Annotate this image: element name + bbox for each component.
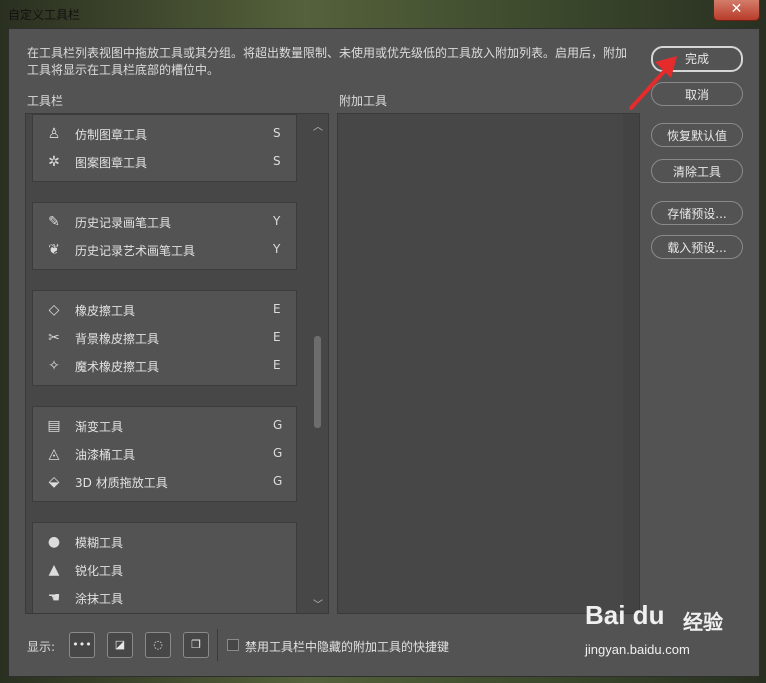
tool-group-eraser[interactable]: ◇ 橡皮擦工具 E ✂ 背景橡皮擦工具 E ✧ 魔术橡皮擦工具 E	[32, 290, 297, 386]
title-bar: 自定义工具栏 ✕	[0, 0, 766, 28]
watermark-url: jingyan.baidu.com	[585, 642, 690, 657]
tool-name: 历史记录画笔工具	[75, 216, 172, 230]
tool-shortcut: Y	[273, 242, 281, 256]
watermark-cn: 经验	[683, 610, 723, 634]
dialog-window: 自定义工具栏 ✕ 在工具栏列表视图中拖放工具或其分组。将超出数量限制、未使用或优…	[0, 0, 766, 683]
close-button[interactable]: ✕	[713, 0, 760, 21]
customize-toolbar-dialog: 在工具栏列表视图中拖放工具或其分组。将超出数量限制、未使用或优先级低的工具放入附…	[8, 28, 760, 677]
tool-item[interactable]: ◬ 油漆桶工具 G	[33, 441, 298, 467]
tool-shortcut: G	[273, 474, 283, 488]
tool-name: 历史记录艺术画笔工具	[75, 244, 196, 258]
eraser-icon: ◇	[48, 302, 60, 318]
clear-tools-button[interactable]: 清除工具	[651, 159, 743, 183]
sharpen-icon: ▲	[48, 562, 60, 578]
tool-item[interactable]: ◇ 橡皮擦工具 E	[33, 297, 298, 323]
smudge-icon: ☚	[47, 590, 61, 606]
tool-shortcut: E	[273, 302, 281, 316]
toolbar-list[interactable]: ♙ 仿制图章工具 S ✲ 图案图章工具 S ✎ 历史记录画笔工具 Y ❦ 历史记…	[25, 113, 329, 614]
disable-shortcuts-label[interactable]: 禁用工具栏中隐藏的附加工具的快捷键	[245, 638, 449, 655]
tool-item[interactable]: ▤ 渐变工具 G	[33, 413, 298, 439]
tool-item[interactable]: ☚ 涂抹工具	[33, 585, 298, 611]
tool-item[interactable]: ✂ 背景橡皮擦工具 E	[33, 325, 298, 351]
window-title: 自定义工具栏	[8, 8, 81, 22]
history-brush-icon: ✎	[48, 214, 60, 230]
scroll-down-arrow-icon[interactable]: ﹀	[313, 596, 323, 611]
extra-tools-scrollbar[interactable]	[623, 114, 639, 613]
scroll-up-arrow-icon[interactable]: ︿	[313, 118, 323, 133]
disable-shortcuts-checkbox[interactable]	[227, 639, 239, 651]
show-quick-mask-icon[interactable]: ◌	[145, 632, 171, 658]
tool-name: 涂抹工具	[75, 592, 124, 606]
tool-item[interactable]: ❦ 历史记录艺术画笔工具 Y	[33, 237, 298, 263]
tool-shortcut: G	[273, 418, 283, 432]
load-preset-button[interactable]: 载入预设...	[651, 235, 743, 259]
tool-item[interactable]: ✎ 历史记录画笔工具 Y	[33, 209, 298, 235]
tool-name: 锐化工具	[75, 564, 124, 578]
tool-item[interactable]: ♙ 仿制图章工具 S	[33, 121, 298, 147]
tool-item[interactable]: ✲ 图案图章工具 S	[33, 149, 298, 175]
tool-group-gradient[interactable]: ▤ 渐变工具 G ◬ 油漆桶工具 G ⬙ 3D 材质拖放工具 G	[32, 406, 297, 502]
tool-name: 橡皮擦工具	[75, 304, 136, 318]
divider	[217, 629, 218, 661]
tool-shortcut: G	[273, 446, 283, 460]
tool-shortcut: E	[273, 330, 281, 344]
background-eraser-icon: ✂	[48, 330, 60, 346]
tool-name: 魔术橡皮擦工具	[75, 360, 160, 374]
annotation-arrow-icon	[629, 56, 677, 110]
art-history-brush-icon: ❦	[48, 242, 60, 258]
tool-group-history-brush[interactable]: ✎ 历史记录画笔工具 Y ❦ 历史记录艺术画笔工具 Y	[32, 202, 297, 270]
tool-name: 油漆桶工具	[75, 448, 136, 462]
tool-name: 仿制图章工具	[75, 128, 148, 142]
extra-tools-label: 附加工具	[339, 94, 388, 108]
toolbar-list-scrollbar[interactable]: ︿ ﹀	[309, 114, 325, 613]
paint-bucket-icon: ◬	[48, 446, 60, 462]
restore-defaults-button[interactable]: 恢复默认值	[651, 123, 743, 147]
scroll-thumb[interactable]	[314, 336, 321, 428]
gradient-icon: ▤	[47, 418, 61, 434]
clone-stamp-icon: ♙	[47, 126, 61, 142]
tool-shortcut: S	[273, 154, 281, 168]
baidu-watermark: Bai du 经验 jingyan.baidu.com	[585, 600, 755, 662]
tool-group-blur[interactable]: ● 模糊工具 ▲ 锐化工具 ☚ 涂抹工具	[32, 522, 298, 613]
tool-name: 图案图章工具	[75, 156, 148, 170]
tool-shortcut: E	[273, 358, 281, 372]
tool-item[interactable]: ⬙ 3D 材质拖放工具 G	[33, 469, 298, 495]
tool-item[interactable]: ▲ 锐化工具	[33, 557, 298, 583]
show-screen-mode-icon[interactable]: ❐	[183, 632, 209, 658]
tool-shortcut: S	[273, 126, 281, 140]
tool-name: 模糊工具	[75, 536, 124, 550]
blur-icon: ●	[47, 534, 61, 550]
watermark-logo: Bai du	[585, 600, 665, 630]
pattern-stamp-icon: ✲	[48, 154, 60, 170]
show-more-icon[interactable]: •••	[69, 632, 95, 658]
tool-name: 渐变工具	[75, 420, 124, 434]
show-foreground-background-icon[interactable]: ◪	[107, 632, 133, 658]
tool-name: 3D 材质拖放工具	[75, 476, 168, 490]
tool-item[interactable]: ✧ 魔术橡皮擦工具 E	[33, 353, 298, 379]
toolbar-label: 工具栏	[27, 94, 64, 108]
tool-name: 背景橡皮擦工具	[75, 332, 160, 346]
save-preset-button[interactable]: 存储预设...	[651, 201, 743, 225]
tool-shortcut: Y	[273, 214, 281, 228]
3d-material-drop-icon: ⬙	[48, 474, 60, 490]
tool-item[interactable]: ● 模糊工具	[33, 529, 298, 555]
instructions-text: 在工具栏列表视图中拖放工具或其分组。将超出数量限制、未使用或优先级低的工具放入附…	[27, 46, 628, 77]
extra-tools-list[interactable]	[337, 113, 640, 614]
show-label: 显示:	[27, 640, 56, 654]
magic-eraser-icon: ✧	[48, 358, 60, 374]
tool-group-stamp[interactable]: ♙ 仿制图章工具 S ✲ 图案图章工具 S	[32, 114, 297, 182]
